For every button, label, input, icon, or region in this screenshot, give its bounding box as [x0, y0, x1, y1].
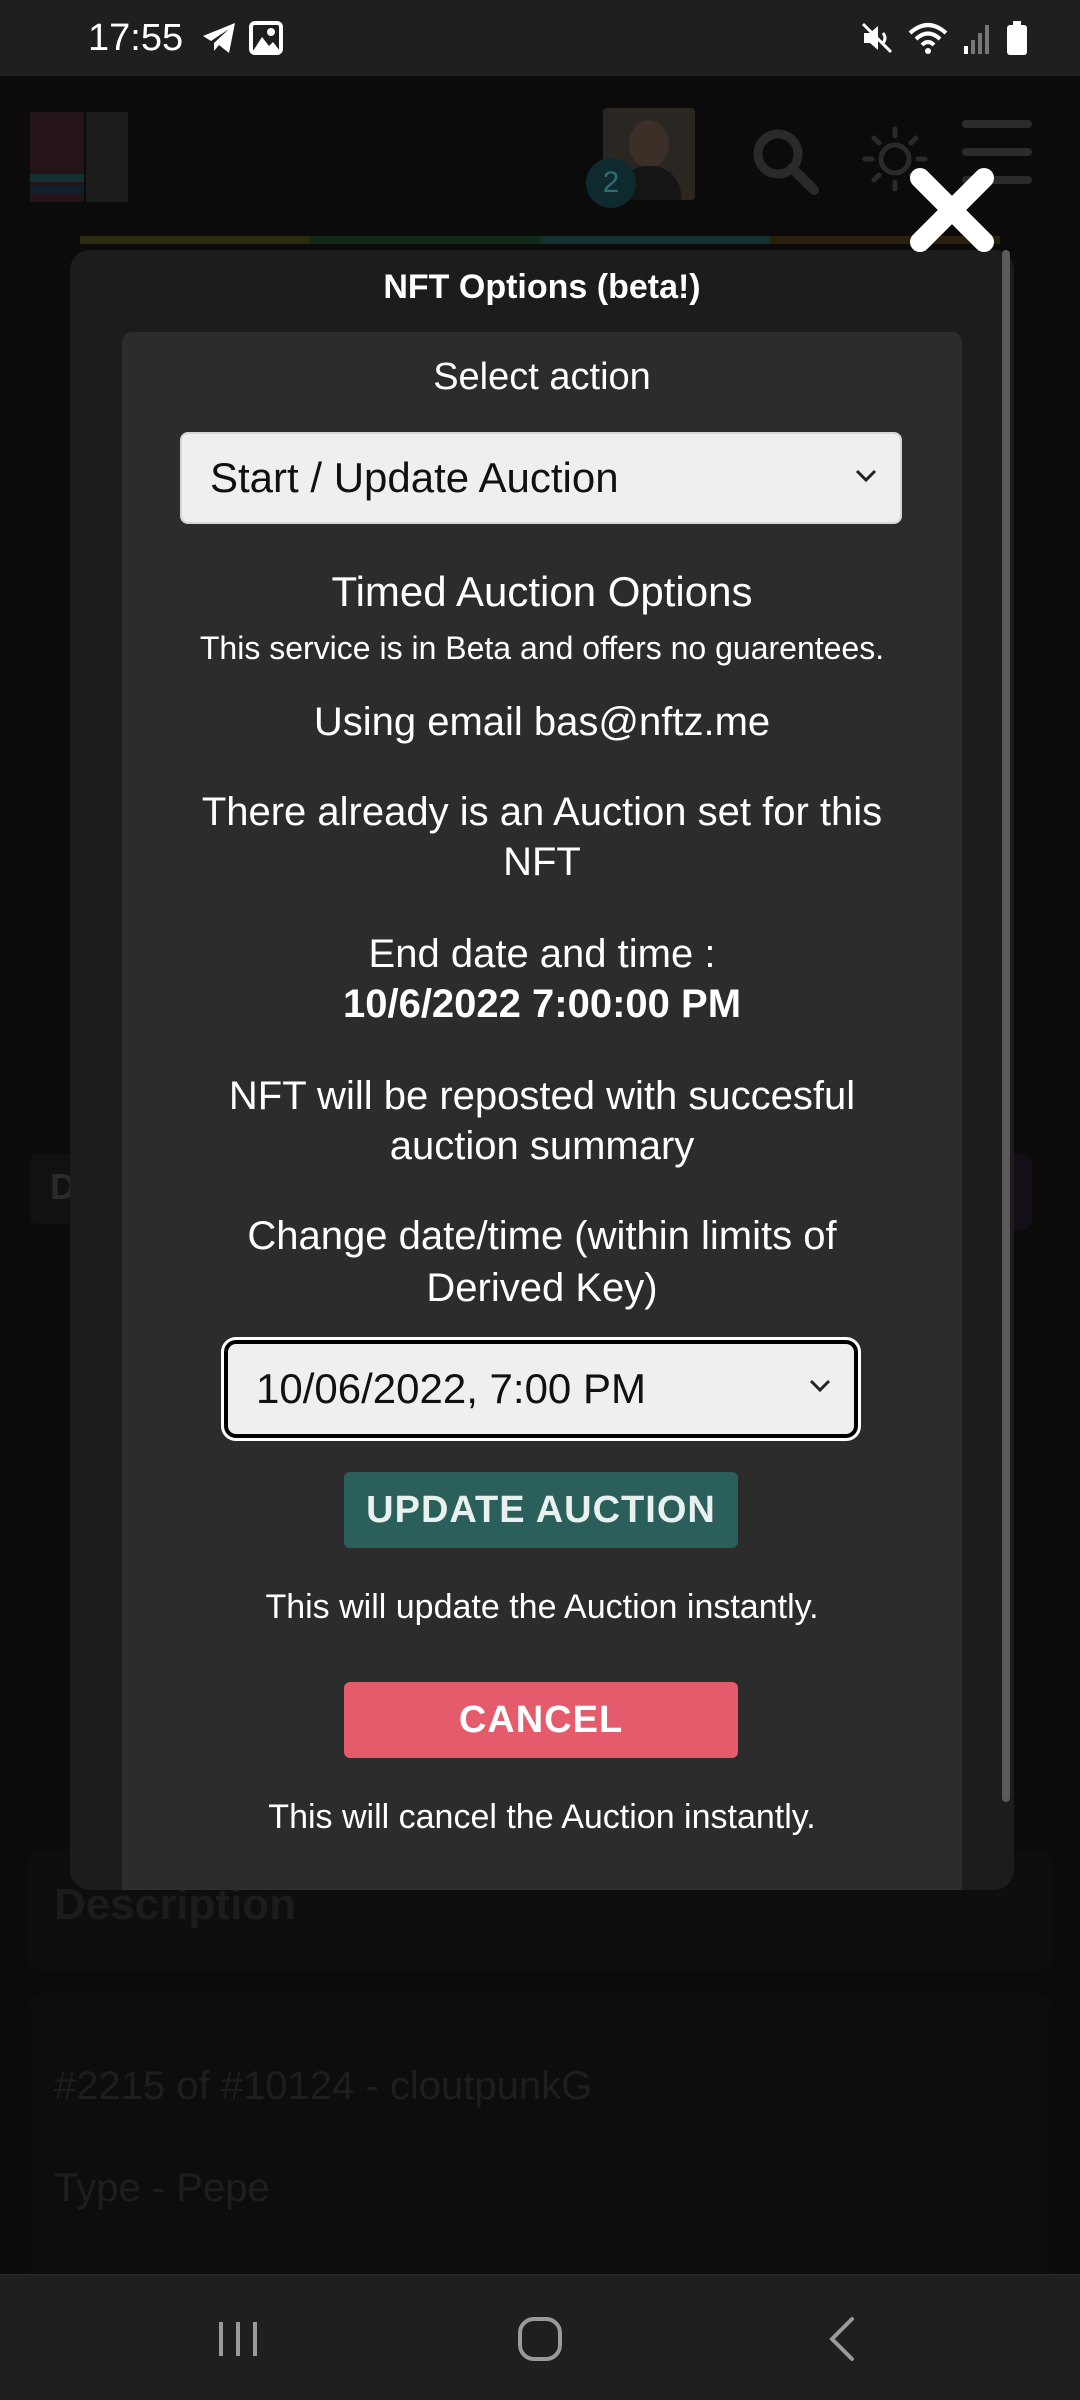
signal-icon: [964, 25, 989, 54]
action-select-value: Start / Update Auction: [210, 454, 619, 501]
cancel-auction-button[interactable]: CANCEL: [344, 1682, 738, 1758]
change-datetime-label-2: Derived Key): [426, 1266, 658, 1310]
cancel-note: This will cancel the Auction instantly.: [268, 1798, 816, 1836]
app-logo: [30, 112, 128, 202]
status-time: 17:55: [88, 16, 184, 59]
nft-options-modal: NFT Options (beta!) Select action Start …: [70, 250, 1014, 1890]
end-date-value: 10/6/2022 7:00:00 PM: [342, 982, 742, 1026]
email-text: Using email bas@nftz.me: [313, 700, 771, 744]
beta-notice: This service is in Beta and offers no gu…: [199, 630, 885, 666]
nft-info-line: #2215 of #10124 - cloutpunkG: [54, 2064, 593, 2108]
existing-auction-text-2: NFT: [503, 840, 581, 884]
datetime-input[interactable]: 10/06/2022, 7:00 PM: [221, 1337, 861, 1441]
select-action-label: Select action: [433, 356, 651, 398]
chevron-down-icon: [855, 469, 877, 483]
recent-apps-icon[interactable]: [216, 2319, 260, 2359]
navigation-bar: [0, 2274, 1080, 2400]
status-left-icons: [201, 21, 284, 55]
close-icon[interactable]: [906, 164, 998, 256]
update-note: This will update the Auction instantly.: [265, 1588, 819, 1626]
home-icon[interactable]: [516, 2315, 564, 2363]
nft-info-card: #2215 of #10124 - cloutpunkG Type - Pepe: [28, 1994, 1052, 2294]
change-datetime-label: Change date/time (within limits of: [247, 1214, 837, 1258]
action-select[interactable]: Start / Update Auction: [180, 432, 902, 524]
chevron-down-icon: [809, 1379, 831, 1393]
wifi-icon: [908, 23, 948, 54]
gallery-icon: [249, 21, 284, 55]
repost-text: NFT will be reposted with succesful: [228, 1074, 856, 1118]
status-right-icons: [860, 20, 1028, 56]
update-auction-button[interactable]: UPDATE AUCTION: [344, 1472, 738, 1548]
notification-badge: 2: [586, 158, 636, 208]
auction-options-heading: Timed Auction Options: [331, 568, 753, 615]
telegram-icon: [203, 23, 236, 53]
modal-scrollbar[interactable]: [1002, 250, 1010, 1802]
modal-title: NFT Options (beta!): [383, 268, 701, 306]
background-color-stripe: [80, 236, 1000, 244]
status-bar: 17:55: [0, 0, 1080, 76]
nft-info-line: Type - Pepe: [54, 2166, 270, 2210]
battery-icon: [1007, 21, 1027, 55]
back-icon[interactable]: [826, 2315, 858, 2363]
end-date-label: End date and time :: [368, 932, 716, 976]
mute-icon: [861, 22, 893, 54]
search-icon: [753, 129, 819, 195]
datetime-input-value: 10/06/2022, 7:00 PM: [256, 1365, 646, 1412]
modal-content: Select action Start / Update Auction Tim…: [122, 332, 962, 1890]
background-tab: D: [30, 1154, 76, 1224]
existing-auction-text: There already is an Auction set for this: [201, 790, 883, 834]
repost-text-2: auction summary: [389, 1124, 695, 1168]
